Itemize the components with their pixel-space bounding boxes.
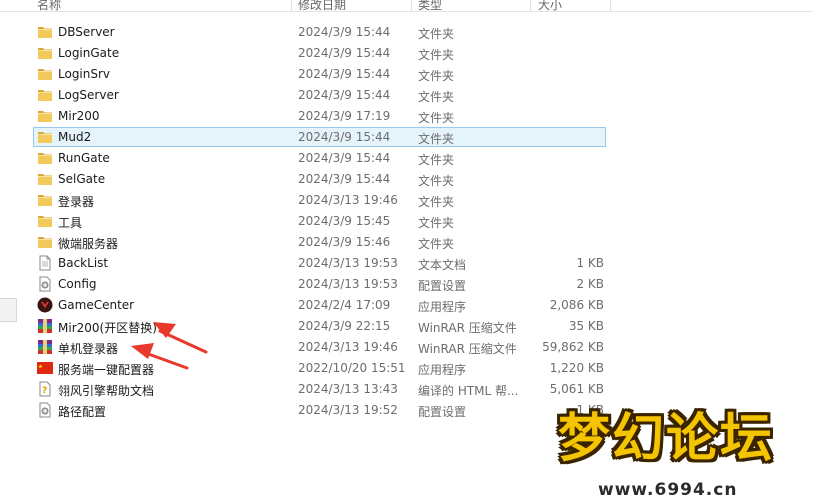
red-arrow-to-mir200-archive <box>153 322 208 354</box>
watermark-url: www.6994.cn <box>598 480 738 500</box>
site-watermark: 梦幻论坛 www.6994.cn <box>558 396 808 502</box>
watermark-logo-text: 梦幻论坛 <box>558 409 775 469</box>
red-arrow-to-standalone-launcher <box>131 343 189 370</box>
